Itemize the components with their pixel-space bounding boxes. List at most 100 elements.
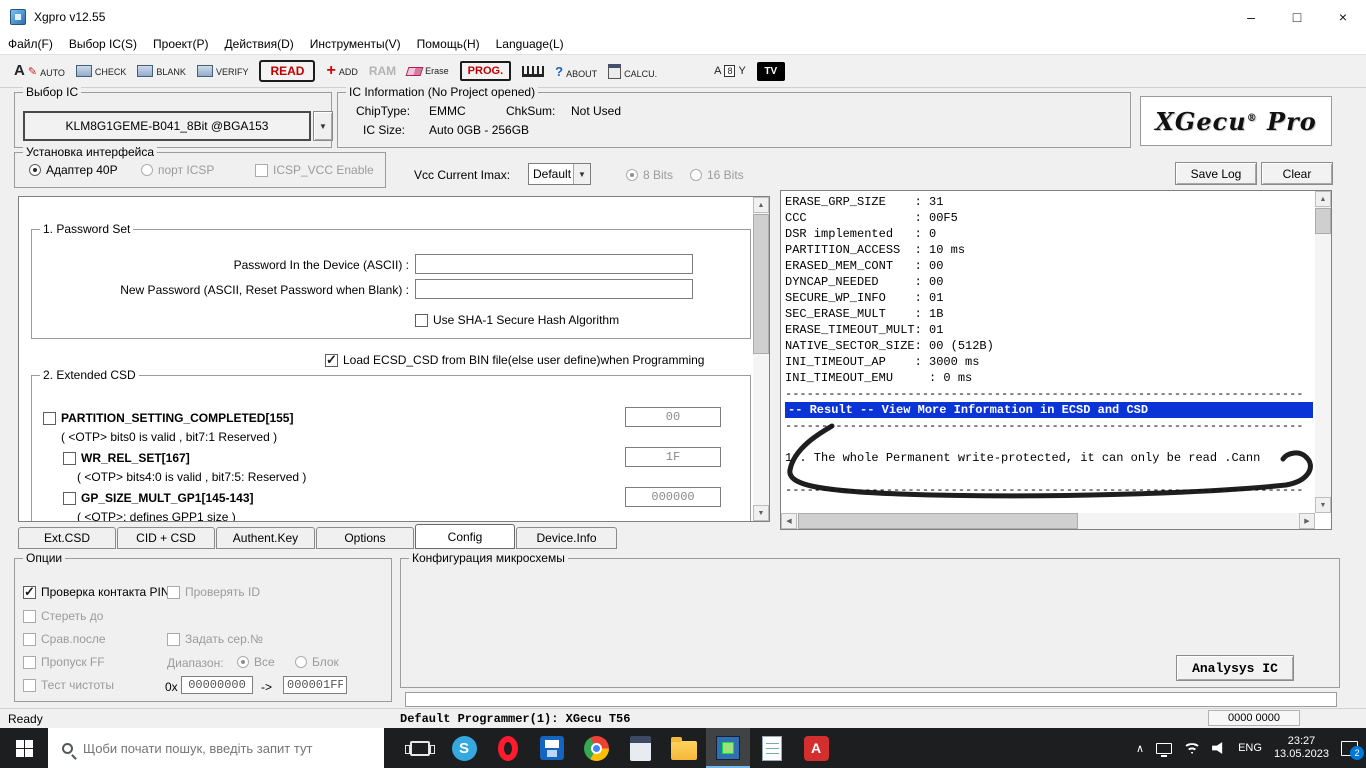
close-button[interactable]: ×	[1320, 0, 1366, 34]
taskbar-app-skype[interactable]: S	[442, 728, 486, 768]
logic-test-button[interactable]: A 8 Y	[714, 65, 746, 77]
taskbar-app-chrome[interactable]	[574, 728, 618, 768]
scroll-left-button[interactable]: ◀	[781, 513, 797, 529]
log-separator: ----------------------------------------…	[785, 418, 1313, 434]
log-text: ERASE_GRP_SIZE : 31CCC : 00F5DSR impleme…	[785, 194, 1313, 498]
adapter-40p-radio[interactable]: Адаптер 40P	[29, 163, 118, 177]
bits8-radio[interactable]: 8 Bits	[626, 168, 673, 182]
menu-select-ic[interactable]: Выбор IC(S)	[61, 37, 145, 51]
taskbar-app-xgpro[interactable]	[706, 728, 750, 768]
gp-size-mult-checkbox[interactable]: GP_SIZE_MULT_GP1[145-143]	[63, 491, 254, 505]
analyze-ic-button[interactable]: Analysys IC	[1176, 655, 1294, 681]
task-view-button[interactable]	[398, 728, 442, 768]
bits16-radio[interactable]: 16 Bits	[690, 168, 744, 182]
log-result-line: -- Result -- View More Information in EC…	[785, 402, 1313, 418]
partition-setting-checkbox[interactable]: PARTITION_SETTING_COMPLETED[155]	[43, 411, 293, 425]
scrollbar-thumb[interactable]	[798, 513, 1078, 529]
scrollbar-thumb[interactable]	[1315, 208, 1331, 234]
prog-button[interactable]: PROG.	[460, 61, 511, 81]
purity-test-checkbox[interactable]: Тест чистоты	[23, 678, 114, 692]
maximize-button[interactable]: □	[1274, 0, 1320, 34]
tab-options[interactable]: Options	[316, 527, 414, 549]
tab-authent-key[interactable]: Authent.Key	[216, 527, 315, 549]
taskbar-app-acrobat[interactable]: A	[794, 728, 838, 768]
tab-device-info[interactable]: Device.Info	[516, 527, 617, 549]
scroll-up-button[interactable]: ▲	[753, 197, 769, 213]
blank-button[interactable]: BLANK	[137, 65, 186, 77]
verify-button[interactable]: VERIFY	[197, 65, 249, 77]
range-block-radio[interactable]: Блок	[295, 655, 339, 669]
action-center-icon[interactable]: 2	[1341, 741, 1358, 756]
sha1-checkbox[interactable]: Use SHA-1 Secure Hash Algorithm	[415, 313, 619, 327]
blank-label: BLANK	[156, 67, 186, 77]
taskbar-search[interactable]	[48, 728, 384, 768]
taskbar-app-notepad[interactable]	[750, 728, 794, 768]
network-icon[interactable]	[1156, 743, 1172, 754]
taskbar-app-calculator[interactable]	[618, 728, 662, 768]
device-password-input[interactable]	[415, 254, 693, 274]
auto-button[interactable]: A ✎ AUTO	[14, 64, 65, 78]
erase-button[interactable]: Erase	[407, 66, 449, 76]
tray-chevron-icon[interactable]: ∧	[1136, 742, 1144, 755]
menu-help[interactable]: Помощь(H)	[409, 37, 488, 51]
wifi-icon[interactable]	[1184, 742, 1200, 754]
range-all-radio[interactable]: Все	[237, 655, 275, 669]
address-from-input[interactable]	[181, 676, 253, 694]
socket-button[interactable]	[522, 66, 544, 77]
save-log-button[interactable]: Save Log	[1175, 162, 1257, 185]
scroll-down-button[interactable]: ▼	[753, 505, 769, 521]
calculator-button[interactable]: CALCU.	[608, 64, 657, 79]
load-ecsd-checkbox[interactable]: Load ECSD_CSD from BIN file(else user de…	[325, 353, 704, 367]
vcc-current-select[interactable]: Default ▼	[528, 163, 591, 185]
chevron-down-icon: ▼	[573, 164, 590, 184]
ic-select-dropdown-button[interactable]: ▼	[313, 111, 333, 141]
search-input[interactable]	[83, 741, 373, 756]
check-label: CHECK	[95, 67, 127, 77]
menu-project[interactable]: Проект(P)	[145, 37, 217, 51]
compare-after-checkbox[interactable]: Срав.после	[23, 632, 106, 646]
serial-number-checkbox[interactable]: Задать сер.№	[167, 632, 263, 646]
language-indicator[interactable]: ENG	[1238, 742, 1262, 754]
icsp-vcc-checkbox[interactable]: ICSP_VCC Enable	[255, 163, 374, 177]
wr-rel-set-checkbox[interactable]: WR_REL_SET[167]	[63, 451, 190, 465]
start-button[interactable]	[0, 728, 48, 768]
taskbar-app-save[interactable]	[530, 728, 574, 768]
taskbar-app-explorer[interactable]	[662, 728, 706, 768]
menu-tools[interactable]: Инструменты(V)	[302, 37, 409, 51]
ic-select-combo[interactable]: KLM8G1GEME-B041_8Bit @BGA153	[23, 111, 311, 141]
log-note-line: 1 . The whole Permanent write-protected,…	[785, 450, 1313, 466]
gp-size-mult-value[interactable]	[625, 487, 721, 507]
partition-setting-value[interactable]	[625, 407, 721, 427]
new-password-input[interactable]	[415, 279, 693, 299]
tab-cid-csd[interactable]: CID + CSD	[117, 527, 215, 549]
menu-language[interactable]: Language(L)	[488, 37, 572, 51]
minimize-button[interactable]: –	[1228, 0, 1274, 34]
checkbox-box	[23, 586, 36, 599]
icsp-port-radio[interactable]: порт ICSP	[141, 163, 214, 177]
speaker-icon[interactable]	[1212, 742, 1226, 755]
menu-file[interactable]: Файл(F)	[0, 37, 61, 51]
tab-config[interactable]: Config	[415, 524, 515, 549]
check-button[interactable]: CHECK	[76, 65, 127, 77]
tv-button[interactable]: TV	[757, 62, 785, 81]
read-button[interactable]: READ	[259, 60, 315, 82]
pin-check-checkbox[interactable]: Проверка контакта PIN	[23, 585, 170, 599]
ram-button[interactable]: RAM	[369, 64, 396, 78]
clear-button[interactable]: Clear	[1261, 162, 1333, 185]
scroll-down-button[interactable]: ▼	[1315, 497, 1331, 513]
scroll-right-button[interactable]: ▶	[1299, 513, 1315, 529]
log-vscrollbar[interactable]	[1315, 191, 1331, 513]
skip-ff-checkbox[interactable]: Пропуск FF	[23, 655, 105, 669]
scroll-up-button[interactable]: ▲	[1315, 191, 1331, 207]
scrollbar-thumb[interactable]	[753, 214, 769, 354]
taskbar-app-opera[interactable]	[486, 728, 530, 768]
address-to-input[interactable]	[283, 676, 347, 694]
menu-actions[interactable]: Действия(D)	[217, 37, 302, 51]
add-button[interactable]: + ADD	[326, 65, 357, 77]
clock[interactable]: 23:27 13.05.2023	[1274, 735, 1329, 761]
check-id-checkbox[interactable]: Проверять ID	[167, 585, 260, 599]
erase-to-checkbox[interactable]: Стереть до	[23, 609, 103, 623]
tab-ext-csd[interactable]: Ext.CSD	[18, 527, 116, 549]
about-button[interactable]: ? ABOUT	[555, 64, 597, 79]
wr-rel-set-value[interactable]	[625, 447, 721, 467]
